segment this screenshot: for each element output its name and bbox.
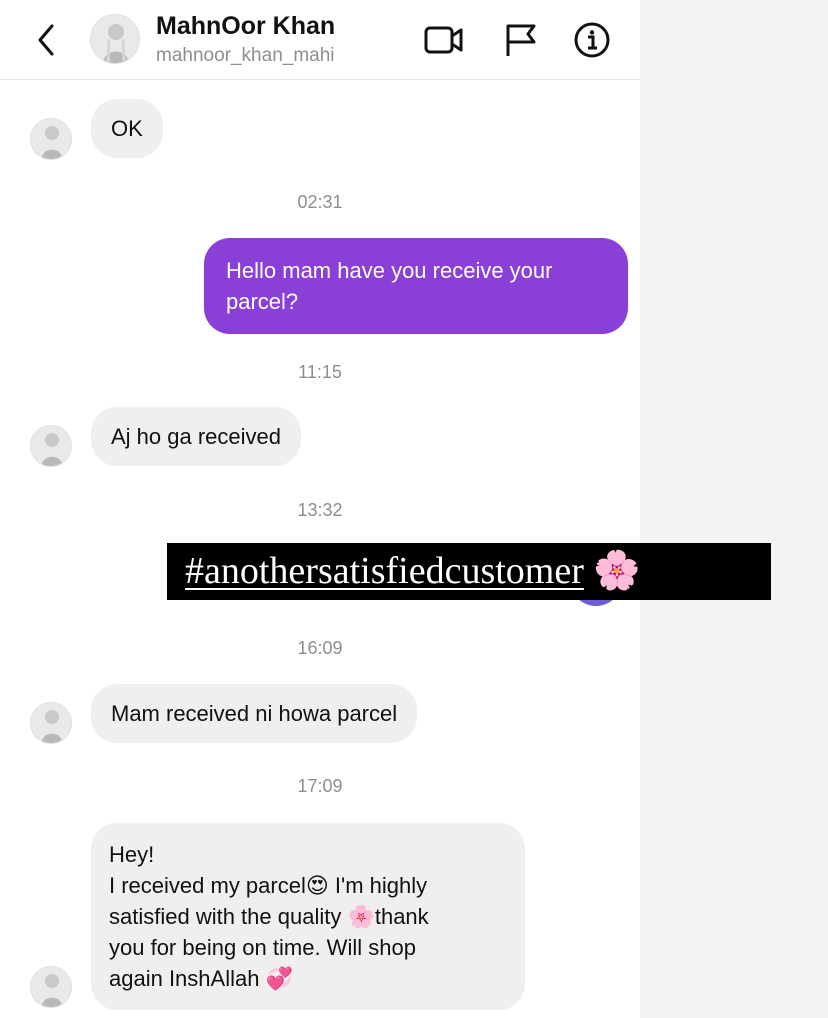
- contact-name[interactable]: MahnOor Khan: [156, 12, 335, 41]
- video-camera-icon: [424, 26, 463, 54]
- contact-handle: mahnoor_khan_mahi: [156, 45, 335, 66]
- message-bubble-outgoing[interactable]: Hello mam have you receive your parcel?: [204, 238, 628, 334]
- contact-avatar[interactable]: [90, 14, 140, 64]
- chat-window: MahnOor Khan mahnoor_khan_mahi OK 02:31: [0, 0, 640, 1018]
- flag-icon: [506, 24, 536, 56]
- chat-header: MahnOor Khan mahnoor_khan_mahi: [0, 0, 640, 80]
- background-strip: [640, 0, 828, 1018]
- video-call-button[interactable]: [424, 20, 464, 60]
- message-line: you for being on time. Will shop: [109, 935, 416, 960]
- timestamp: 11:15: [298, 362, 342, 382]
- timestamp: 02:31: [297, 192, 343, 212]
- message-bubble-incoming[interactable]: Aj ho ga received: [91, 407, 301, 466]
- timestamp: 16:09: [297, 638, 343, 658]
- sender-avatar[interactable]: [30, 702, 72, 744]
- cherry-blossom-emoji: 🌸: [593, 548, 641, 592]
- back-button[interactable]: [32, 22, 62, 58]
- hashtag-sticker: #anothersatisfiedcustomer 🌸: [167, 543, 771, 600]
- info-icon: [574, 22, 610, 58]
- message-bubble-incoming[interactable]: OK: [91, 99, 163, 158]
- sender-avatar[interactable]: [30, 118, 72, 160]
- report-button[interactable]: [500, 20, 540, 60]
- message-line: Hey!: [109, 842, 155, 867]
- message-line: again InshAllah 💞: [109, 966, 293, 991]
- timestamp: 17:09: [297, 776, 343, 796]
- chevron-left-icon: [38, 24, 54, 56]
- hashtag-text: #anothersatisfiedcustomer: [185, 550, 584, 592]
- info-button[interactable]: [572, 20, 612, 60]
- message-line: satisfied with the quality 🌸thank: [109, 904, 429, 929]
- message-bubble-incoming[interactable]: Mam received ni howa parcel: [91, 684, 418, 743]
- sender-avatar[interactable]: [30, 966, 72, 1008]
- sender-avatar[interactable]: [30, 425, 72, 467]
- message-line: I received my parcel😍 I'm highly: [109, 873, 428, 898]
- message-bubble-incoming[interactable]: Hey! I received my parcel😍 I'm highly sa…: [91, 823, 525, 1010]
- timestamp: 13:32: [297, 500, 343, 520]
